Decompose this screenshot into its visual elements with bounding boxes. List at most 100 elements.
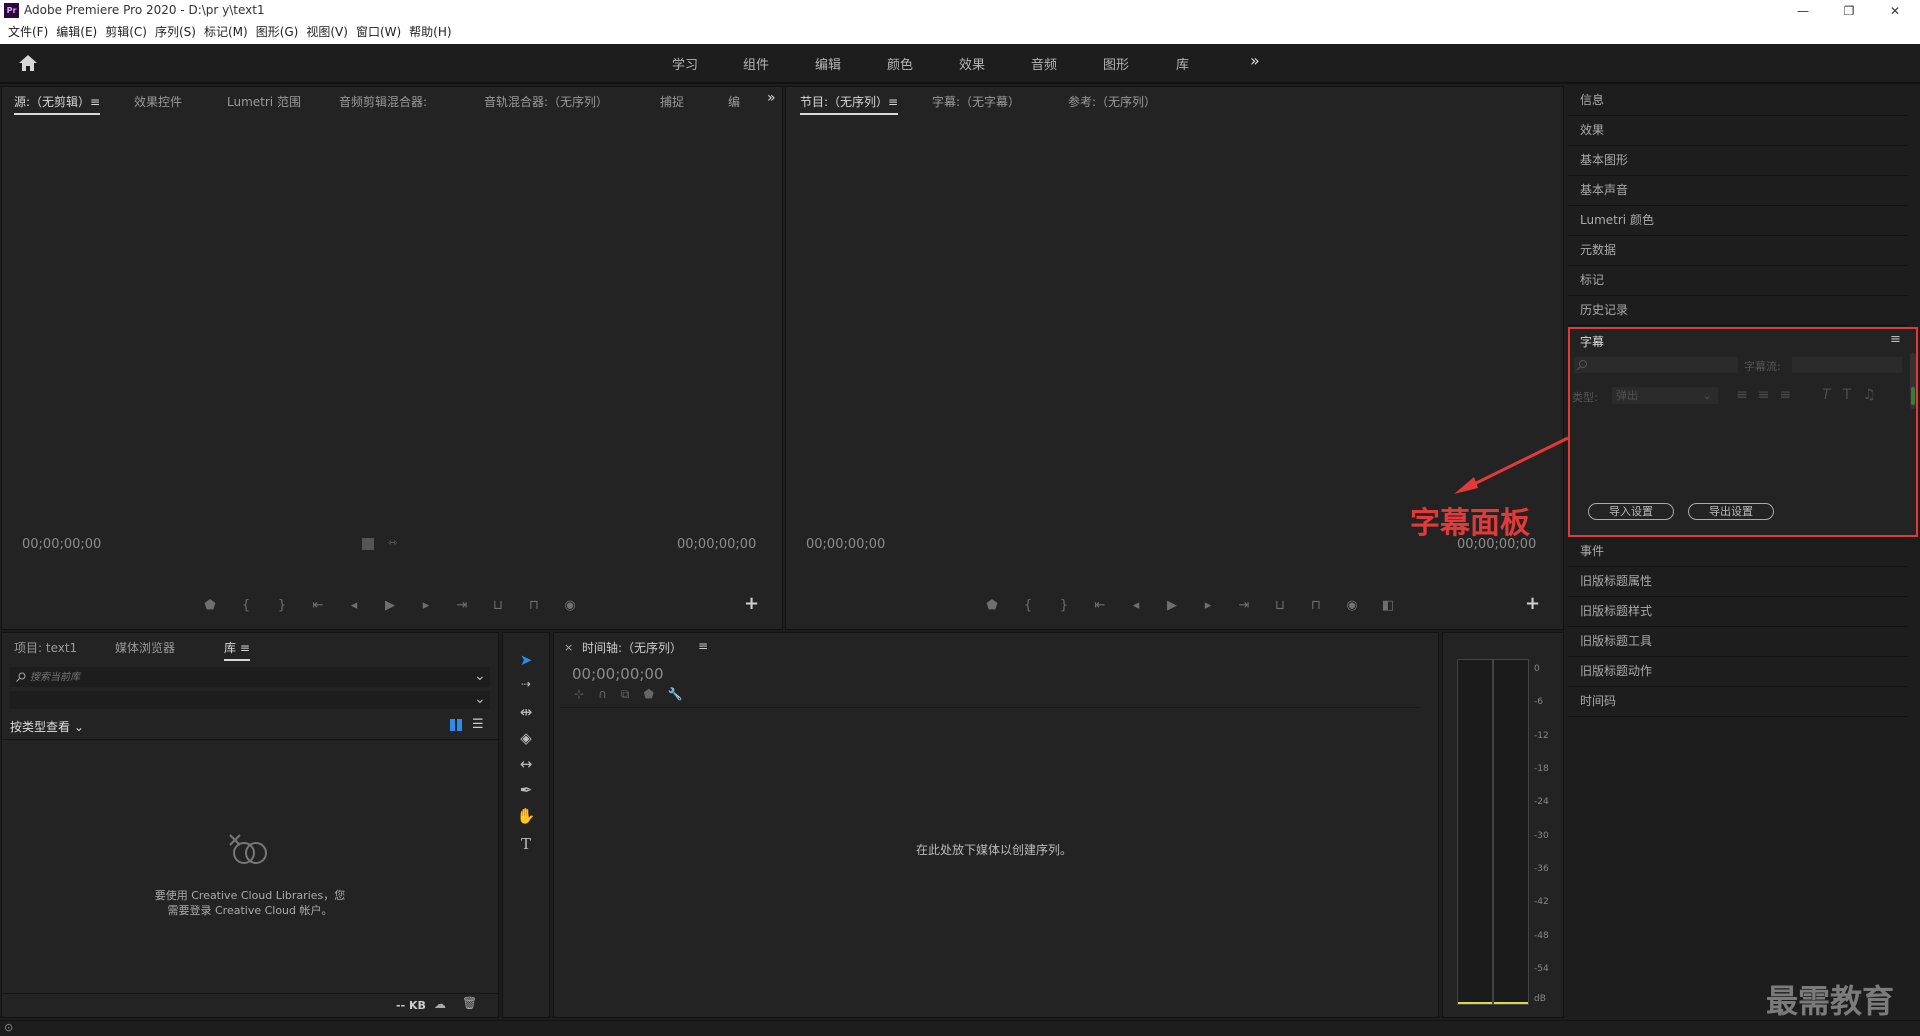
library-search-input[interactable] <box>30 669 450 685</box>
library-search-field[interactable]: ⌄ <box>10 667 490 687</box>
menu-sequence[interactable]: 序列(S) <box>155 22 196 42</box>
panel-legacy-title-actions[interactable]: 旧版标题动作 <box>1568 657 1908 687</box>
export-frame-icon[interactable]: ◉ <box>1334 598 1370 613</box>
trash-icon[interactable]: 🗑 <box>462 996 477 1010</box>
menu-edit[interactable]: 编辑(E) <box>56 22 97 42</box>
panel-metadata[interactable]: 元数据 <box>1568 236 1908 266</box>
add-marker-icon[interactable]: ⬟ <box>192 598 228 613</box>
timeline-menu-icon[interactable]: ≡ <box>698 639 708 653</box>
insert-icon[interactable]: ⊔ <box>480 598 516 613</box>
tab-effect-controls[interactable]: 效果控件 <box>134 93 182 110</box>
underline-icon[interactable]: T <box>1843 387 1864 403</box>
tab-reference[interactable]: 参考:（无序列） <box>1068 93 1156 110</box>
nest-icon[interactable]: ⊹ <box>574 687 598 701</box>
close-button[interactable]: ✕ <box>1872 0 1918 22</box>
captions-panel-title[interactable]: 字幕 <box>1580 333 1604 350</box>
home-icon[interactable] <box>18 54 38 72</box>
tab-audio-clip-mixer[interactable]: 音频剪辑混合器: <box>339 93 427 110</box>
menu-graphics[interactable]: 图形(G) <box>256 22 299 42</box>
menu-clip[interactable]: 剪辑(C) <box>105 22 147 42</box>
program-timecode-left[interactable]: 00;00;00;00 <box>806 537 885 552</box>
panel-history[interactable]: 历史记录 <box>1568 296 1908 326</box>
panel-markers[interactable]: 标记 <box>1568 266 1908 296</box>
pen-tool-icon[interactable]: ✒ <box>512 781 540 807</box>
workspace-libraries[interactable]: 库 <box>1176 54 1189 73</box>
go-to-out-icon[interactable]: ⇥ <box>444 598 480 613</box>
source-timecode-left[interactable]: 00;00;00;00 <box>22 537 101 552</box>
align-right-icon[interactable]: ≡ <box>1779 387 1801 403</box>
panel-timecode[interactable]: 时间码 <box>1568 687 1908 717</box>
restore-button[interactable]: ❐ <box>1826 0 1872 22</box>
italic-icon[interactable]: T <box>1822 387 1843 403</box>
minimize-button[interactable]: — <box>1780 0 1826 22</box>
panel-legacy-title-styles[interactable]: 旧版标题样式 <box>1568 597 1908 627</box>
track-select-tool-icon[interactable]: ⇢ <box>512 677 540 703</box>
menu-markers[interactable]: 标记(M) <box>204 22 248 42</box>
hand-tool-icon[interactable]: ✋ <box>512 807 540 833</box>
view-by-type-dropdown[interactable]: 按类型查看 ⌄ <box>10 718 84 735</box>
mark-in-icon[interactable]: { <box>1010 598 1046 613</box>
mark-in-icon[interactable]: { <box>228 598 264 613</box>
align-center-icon[interactable]: ≡ <box>1758 387 1780 403</box>
list-view-icon[interactable]: ☰ <box>472 717 484 732</box>
tab-program[interactable]: 节目:（无序列）≡ <box>800 93 899 115</box>
go-to-in-icon[interactable]: ⇤ <box>300 598 336 613</box>
drag-video-icon[interactable] <box>362 538 374 550</box>
export-settings-button[interactable]: 导出设置 <box>1688 503 1774 520</box>
menu-help[interactable]: 帮助(H) <box>409 22 451 42</box>
captions-menu-icon[interactable]: ≡ <box>1890 332 1901 347</box>
step-forward-icon[interactable]: ▸ <box>1190 598 1226 613</box>
align-left-icon[interactable]: ≡ <box>1736 387 1758 403</box>
ripple-edit-tool-icon[interactable]: ⇹ <box>512 703 540 729</box>
captions-scrollbar[interactable] <box>1910 353 1916 409</box>
tab-capture[interactable]: 捕捉 <box>660 93 684 110</box>
workspace-learning[interactable]: 学习 <box>672 54 698 73</box>
workspace-graphics[interactable]: 图形 <box>1103 54 1129 73</box>
tab-source[interactable]: 源:（无剪辑）≡ <box>14 93 101 115</box>
drag-audio-icon[interactable]: ⇿ <box>388 536 397 549</box>
add-marker-icon[interactable]: ⬟ <box>643 687 667 701</box>
slip-tool-icon[interactable]: ↔ <box>512 755 540 781</box>
timeline-tab[interactable]: 时间轴:（无序列） <box>582 639 682 656</box>
razor-tool-icon[interactable]: ◈ <box>512 729 540 755</box>
mark-out-icon[interactable]: } <box>1046 598 1082 613</box>
program-button-editor-icon[interactable]: + <box>1525 593 1540 614</box>
panel-info[interactable]: 信息 <box>1568 86 1908 116</box>
source-button-editor-icon[interactable]: + <box>744 593 759 614</box>
timeline-timecode[interactable]: 00;00;00;00 <box>572 665 664 683</box>
workspace-color[interactable]: 颜色 <box>887 54 913 73</box>
step-back-icon[interactable]: ◂ <box>336 598 372 613</box>
tab-project[interactable]: 项目: text1 <box>14 639 77 656</box>
overwrite-icon[interactable]: ⊓ <box>516 598 552 613</box>
caption-type-select[interactable]: 弹出 ⌄ <box>1612 387 1718 404</box>
grid-view-icon[interactable] <box>450 719 462 731</box>
tab-captions[interactable]: 字幕:（无字幕） <box>932 93 1020 110</box>
tab-media-browser[interactable]: 媒体浏览器 <box>115 639 175 656</box>
export-frame-icon[interactable]: ◉ <box>552 598 588 613</box>
go-to-in-icon[interactable]: ⇤ <box>1082 598 1118 613</box>
panel-legacy-title-tools[interactable]: 旧版标题工具 <box>1568 627 1908 657</box>
library-select[interactable]: ⌄ <box>10 691 490 709</box>
snap-icon[interactable]: ∩ <box>598 687 621 701</box>
menu-file[interactable]: 文件(F) <box>8 22 48 42</box>
add-marker-icon[interactable]: ⬟ <box>974 598 1010 613</box>
go-to-out-icon[interactable]: ⇥ <box>1226 598 1262 613</box>
play-icon[interactable]: ▶ <box>372 598 408 613</box>
workspace-more-icon[interactable]: » <box>1250 51 1260 70</box>
workspace-assembly[interactable]: 组件 <box>743 54 769 73</box>
mark-out-icon[interactable]: } <box>264 598 300 613</box>
panel-effects[interactable]: 效果 <box>1568 116 1908 146</box>
chevron-down-icon[interactable]: ⌄ <box>474 668 486 684</box>
workspace-editing[interactable]: 编辑 <box>815 54 841 73</box>
panel-legacy-title-properties[interactable]: 旧版标题属性 <box>1568 567 1908 597</box>
extract-icon[interactable]: ⊓ <box>1298 598 1334 613</box>
selection-tool-icon[interactable]: ➤ <box>512 651 540 677</box>
cloud-sync-icon[interactable]: ☁ <box>434 997 446 1011</box>
tab-audio-track-mixer[interactable]: 音轨混合器:（无序列） <box>484 93 608 110</box>
timeline-close-icon[interactable]: × <box>564 641 573 654</box>
step-forward-icon[interactable]: ▸ <box>408 598 444 613</box>
import-settings-button[interactable]: 导入设置 <box>1588 503 1674 520</box>
panel-lumetri-color[interactable]: Lumetri 颜色 <box>1568 206 1908 236</box>
caption-stream-select[interactable] <box>1792 357 1902 373</box>
panel-essential-sound[interactable]: 基本声音 <box>1568 176 1908 206</box>
